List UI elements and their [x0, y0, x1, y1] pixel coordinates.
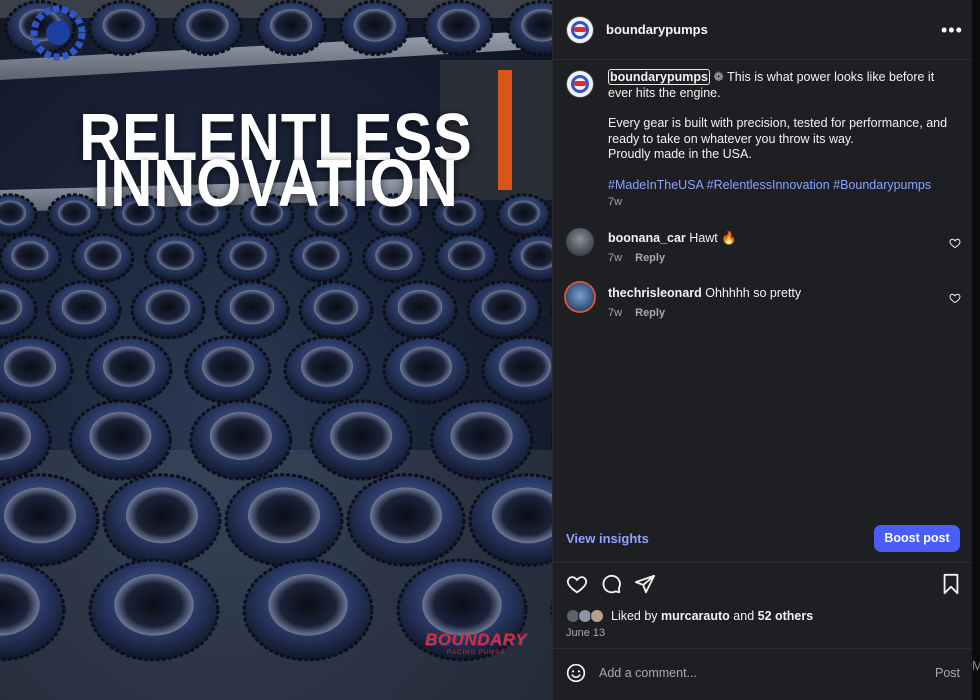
like-comment-heart-icon[interactable] — [949, 237, 961, 249]
comment-text: thechrisleonard Ohhhhh so pretty — [608, 286, 801, 300]
comment-body: Hawt 🔥 — [689, 231, 737, 245]
logo-text: BOUNDARY — [425, 630, 527, 649]
logo-subtext: RACING PUMPS — [446, 650, 506, 656]
comment-avatar[interactable] — [566, 228, 594, 256]
headline-line2: INNOVATION — [93, 146, 459, 221]
heart-icon[interactable] — [566, 573, 588, 595]
comment-username[interactable]: thechrisleonard — [608, 286, 702, 300]
comment-item: thechrisleonard Ohhhhh so pretty 7w Repl… — [553, 283, 973, 333]
post-details-panel: boundarypumps ••• boundarypumps ❁ This i… — [552, 0, 973, 700]
post-header: boundarypumps ••• — [553, 0, 973, 60]
caption-time: 7w — [608, 196, 623, 208]
likes-others[interactable]: 52 others — [758, 609, 814, 623]
post-comment-button[interactable]: Post — [935, 666, 960, 680]
comment-icon[interactable] — [600, 573, 622, 595]
avatar[interactable] — [566, 16, 594, 44]
boundary-logo-icon — [30, 5, 86, 61]
more-options-icon[interactable]: ••• — [941, 20, 963, 41]
caption-hashtags[interactable]: #MadeInTheUSA #RelentlessInnovation #Bou… — [608, 178, 958, 194]
comment-avatar[interactable] — [566, 283, 594, 311]
bookmark-icon[interactable] — [940, 573, 962, 595]
boost-post-button[interactable]: Boost post — [874, 525, 960, 552]
reply-button[interactable]: Reply — [635, 252, 665, 264]
comment-item: boonana_car Hawt 🔥 7w Reply — [553, 228, 973, 278]
caption-paragraph2: Every gear is built with precision, test… — [608, 116, 948, 161]
comment-meta: 7w Reply — [608, 307, 665, 319]
comment-time: 7w — [608, 307, 623, 319]
liker-avatars — [566, 609, 610, 623]
caption-text: boundarypumps ❁ This is what power looks… — [608, 69, 958, 194]
divider — [553, 562, 973, 563]
add-comment-bar: Post — [553, 649, 973, 700]
header-username[interactable]: boundarypumps — [606, 22, 708, 37]
liker-username[interactable]: murcarauto — [661, 609, 730, 623]
comment-body: Ohhhhh so pretty — [705, 286, 802, 300]
caption-avatar[interactable] — [566, 70, 594, 98]
caption-username[interactable]: boundarypumps — [608, 69, 710, 85]
comment-username[interactable]: boonana_car — [608, 231, 686, 245]
post-date: June 13 — [566, 627, 606, 639]
likes-text: Liked by murcarauto and 52 others — [611, 609, 814, 623]
edge-letter: M — [972, 658, 980, 673]
comment-meta: 7w Reply — [608, 252, 665, 264]
likes-summary[interactable]: Liked by murcarauto and 52 others — [566, 608, 966, 626]
comment-text: boonana_car Hawt 🔥 — [608, 231, 737, 246]
gear-emoji-icon: ❁ — [713, 70, 724, 84]
emoji-icon[interactable] — [566, 663, 586, 683]
like-comment-heart-icon[interactable] — [949, 292, 961, 304]
post-image[interactable]: RELENTLESS INNOVATION BOUNDARY RACING PU… — [0, 0, 552, 700]
background-edge — [972, 0, 980, 700]
reply-button[interactable]: Reply — [635, 307, 665, 319]
share-icon[interactable] — [634, 573, 656, 595]
comment-input[interactable] — [599, 663, 919, 683]
comment-time: 7w — [608, 252, 623, 264]
view-insights-link[interactable]: View insights — [566, 531, 649, 546]
